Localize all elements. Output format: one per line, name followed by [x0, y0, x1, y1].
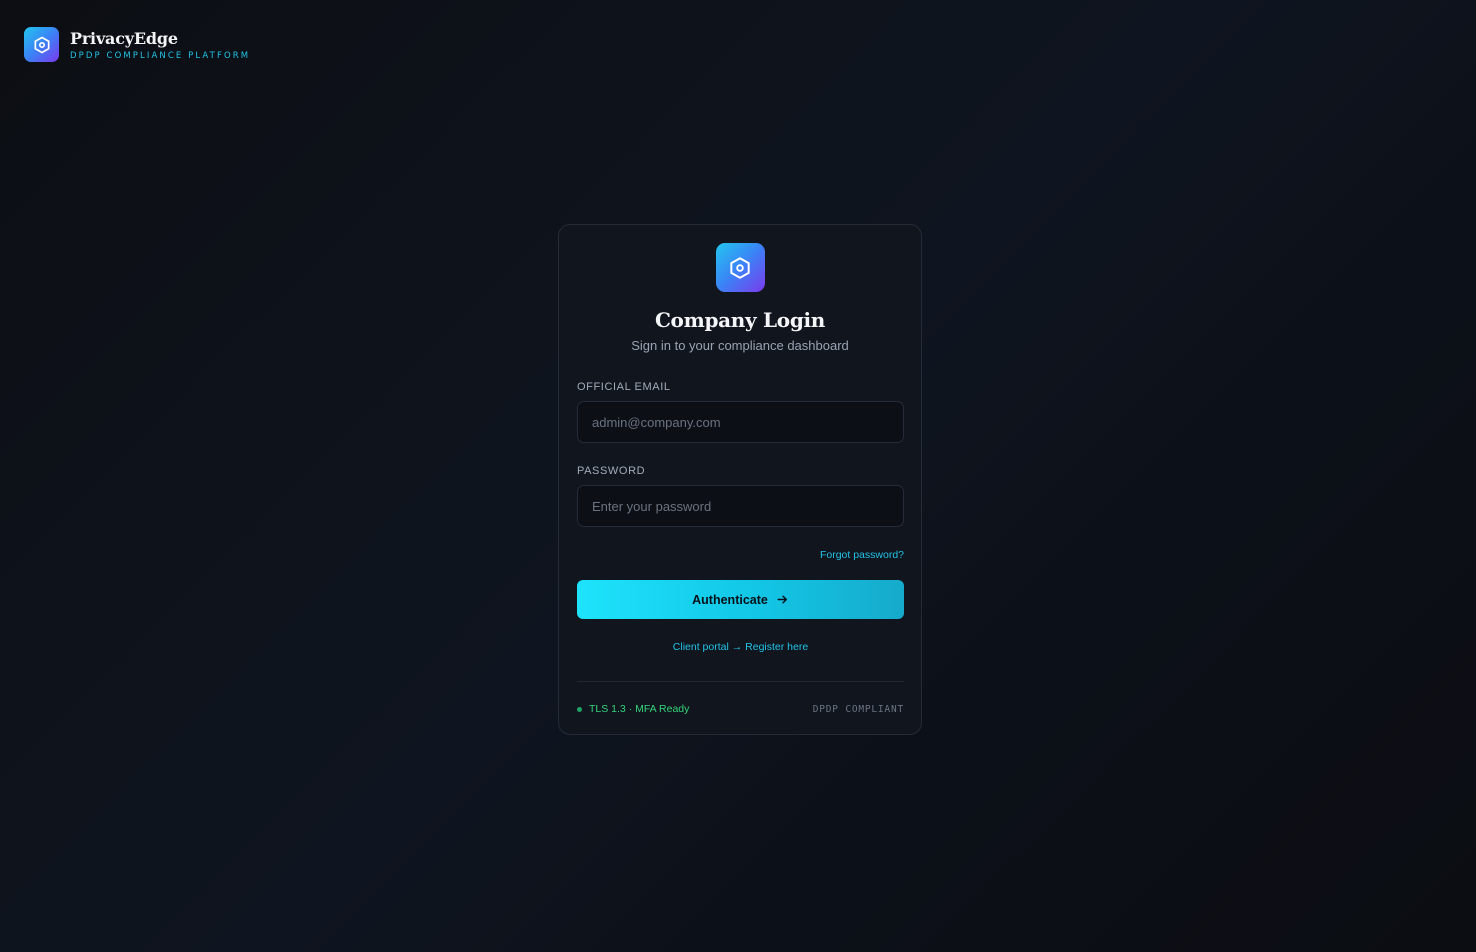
brand-name: PrivacyEdge [70, 28, 178, 48]
register-arrow: → [731, 641, 743, 653]
card-logo [715, 243, 765, 292]
register-link[interactable]: Register here [745, 641, 808, 653]
brand-tagline: DPDP COMPLIANCE PLATFORM [70, 50, 251, 61]
card-footer: TLS 1.3 · MFA Ready DPDP COMPLIANT [577, 703, 904, 715]
brand-header: PrivacyEdge DPDP COMPLIANCE PLATFORM [24, 27, 250, 62]
arrow-right-icon [777, 595, 787, 604]
hexagon-shield-icon [34, 36, 50, 53]
forgot-password-link[interactable]: Forgot password? [820, 549, 904, 561]
hexagon-shield-icon [730, 256, 750, 279]
status-text: TLS 1.3 · MFA Ready [589, 703, 690, 715]
login-card: Company Login Sign in to your compliance… [558, 224, 922, 735]
card-subtitle: Sign in to your compliance dashboard [631, 338, 849, 353]
card-title: Company Login [654, 308, 826, 332]
register-row: Client portal → Register here [577, 641, 904, 653]
brand-logo [24, 27, 59, 62]
password-field[interactable] [577, 485, 904, 527]
authenticate-button[interactable]: Authenticate [577, 580, 904, 619]
authenticate-label: Authenticate [692, 592, 768, 607]
email-field[interactable] [577, 401, 904, 443]
compliance-badge: DPDP COMPLIANT [812, 703, 904, 715]
client-portal-text: Client portal [672, 641, 729, 653]
email-label: OFFICIAL EMAIL [577, 381, 671, 393]
security-status: TLS 1.3 · MFA Ready [577, 703, 689, 715]
divider [577, 681, 904, 682]
status-dot-icon [577, 706, 582, 712]
password-label: PASSWORD [577, 465, 646, 477]
